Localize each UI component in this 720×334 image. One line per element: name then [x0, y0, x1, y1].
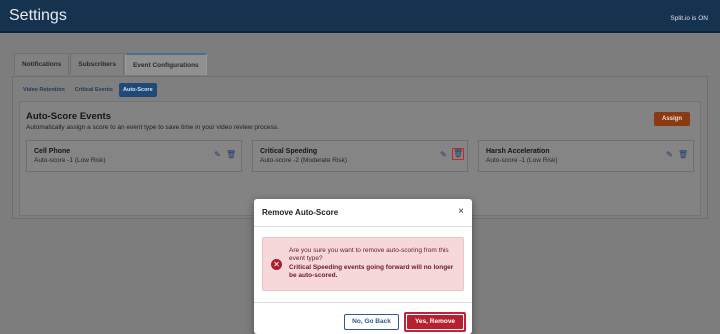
event-card-harsh-acceleration: Harsh Acceleration Auto-score -1 (Low Ri… — [478, 140, 694, 172]
event-name: Cell Phone — [34, 148, 71, 155]
event-score: Auto-score -1 (Low Risk) — [34, 157, 106, 164]
error-icon: ✕ — [271, 259, 282, 270]
yes-remove-label: Yes, Remove — [407, 315, 463, 329]
settings-tabs: Notifications Subscribers Event Configur… — [14, 53, 208, 75]
section-description: Automatically assign a score to an event… — [26, 124, 279, 131]
event-name: Harsh Acceleration — [486, 148, 550, 155]
tab-subscribers[interactable]: Subscribers — [70, 53, 124, 75]
event-score: Auto-score -2 (Moderate Risk) — [260, 157, 348, 164]
split-status: Split.io is ON — [670, 15, 708, 22]
event-card-cell-phone: Cell Phone Auto-score -1 (Low Risk) ✎ 🗑 — [26, 140, 242, 172]
edit-icon[interactable]: ✎ — [665, 150, 674, 159]
subtab-video-retention[interactable]: Video Retention — [19, 83, 69, 97]
top-bar: Settings Split.io is ON — [0, 0, 720, 33]
modal-header: Remove Auto-Score × — [254, 199, 472, 227]
event-score: Auto-score -1 (Low Risk) — [486, 157, 558, 164]
modal-footer: No, Go Back Yes, Remove — [254, 302, 472, 334]
event-name: Critical Speeding — [260, 148, 318, 155]
close-icon[interactable]: × — [458, 206, 464, 217]
section-title: Auto-Score Events — [26, 111, 111, 122]
edit-icon[interactable]: ✎ — [213, 150, 222, 159]
subtab-auto-score[interactable]: Auto-Score — [118, 83, 157, 97]
subtabs: Video Retention Critical Events Auto-Sco… — [19, 83, 159, 97]
trash-icon[interactable]: 🗑 — [452, 148, 464, 160]
warning-alert: ✕ Are you sure you want to remove auto-s… — [262, 237, 464, 291]
remove-auto-score-modal: Remove Auto-Score × ✕ Are you sure you w… — [254, 199, 472, 334]
event-card-critical-speeding: Critical Speeding Auto-score -2 (Moderat… — [252, 140, 468, 172]
alert-warning: Critical Speeding events going forward w… — [289, 264, 454, 279]
trash-icon[interactable]: 🗑 — [678, 150, 688, 159]
yes-remove-button[interactable]: Yes, Remove — [404, 312, 466, 332]
assign-button[interactable]: Assign — [654, 112, 690, 126]
event-config-panel: Video Retention Critical Events Auto-Sco… — [12, 76, 708, 219]
go-back-button[interactable]: No, Go Back — [344, 314, 399, 330]
page-title: Settings — [9, 7, 67, 24]
trash-icon[interactable]: 🗑 — [226, 150, 236, 159]
edit-icon[interactable]: ✎ — [439, 150, 448, 159]
alert-question: Are you sure you want to remove auto-sco… — [289, 247, 449, 262]
modal-title: Remove Auto-Score — [262, 208, 339, 217]
tab-notifications[interactable]: Notifications — [14, 53, 70, 75]
subtab-critical-events[interactable]: Critical Events — [71, 83, 117, 97]
tab-event-configurations[interactable]: Event Configurations — [124, 53, 207, 75]
